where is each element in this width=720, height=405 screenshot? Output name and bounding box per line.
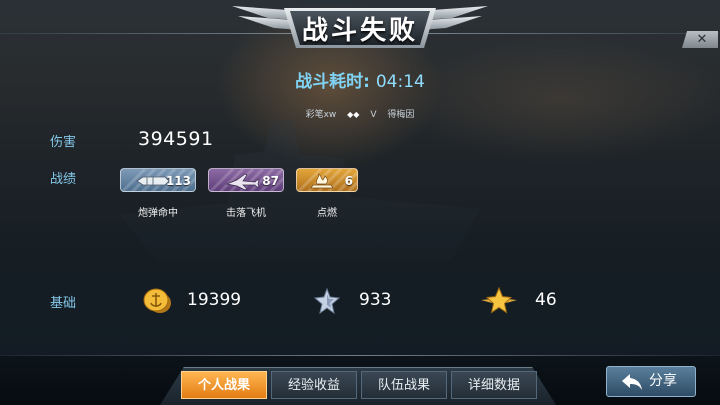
tab-team-results[interactable]: 队伍战果 [361, 371, 447, 399]
gold-star-stat: 46 [480, 287, 570, 315]
medal-ignited[interactable]: 6 [296, 168, 358, 192]
title-banner: 战斗失败 [228, 0, 492, 52]
gold-coin-icon [143, 288, 171, 313]
share-button[interactable]: 分享 [606, 366, 696, 397]
medal-count: 87 [262, 174, 279, 188]
fire-icon [310, 173, 334, 189]
player-left-name: 彩笔xw [305, 110, 337, 120]
silver-star-stat: 933 [314, 287, 404, 315]
tab-detailed-data[interactable]: 详细数据 [451, 371, 537, 399]
tab-personal-results[interactable]: 个人战果 [181, 371, 267, 399]
battle-duration: 战斗耗时: 04:14 [0, 67, 720, 92]
duration-value: 04:14 [375, 72, 425, 92]
share-arrow-icon [622, 374, 642, 390]
medal-caption: 击落飞机 [226, 208, 266, 219]
medal-caption: 炮弹命中 [138, 208, 178, 219]
medal-count: 113 [165, 174, 191, 188]
share-label: 分享 [649, 373, 677, 389]
damage-label: 伤害 [50, 135, 77, 150]
tab-experience-gains[interactable]: 经验收益 [271, 371, 357, 399]
medal-planes-downed[interactable]: 87 [208, 168, 284, 192]
medal-shell-hits[interactable]: 113 [120, 168, 196, 192]
silver-star-icon [314, 287, 340, 315]
bottom-divider [0, 355, 720, 356]
page-title: 战斗失败 [301, 16, 418, 46]
medal-caption: 点燃 [317, 208, 337, 219]
duration-label: 战斗耗时: [295, 72, 370, 92]
damage-value: 394591 [138, 128, 214, 150]
gold-star-value: 46 [535, 290, 557, 310]
base-label: 基础 [50, 296, 77, 311]
close-button[interactable]: ✕ [682, 31, 718, 48]
players-line: 彩笔xw ◆◆ V 得梅因 [0, 107, 720, 120]
record-label: 战绩 [50, 172, 77, 187]
winged-gold-star-icon [481, 287, 517, 314]
medal-count: 6 [344, 174, 353, 188]
player-right-name: 得梅因 [387, 110, 415, 120]
silver-star-value: 933 [359, 290, 392, 310]
dim-overlay [0, 0, 720, 405]
versus-icon: ◆◆ [347, 110, 360, 119]
vs-label: V [370, 110, 377, 120]
plane-icon [225, 173, 260, 190]
gold-coin-stat: 19399 [142, 287, 262, 315]
gold-value: 19399 [187, 290, 242, 310]
